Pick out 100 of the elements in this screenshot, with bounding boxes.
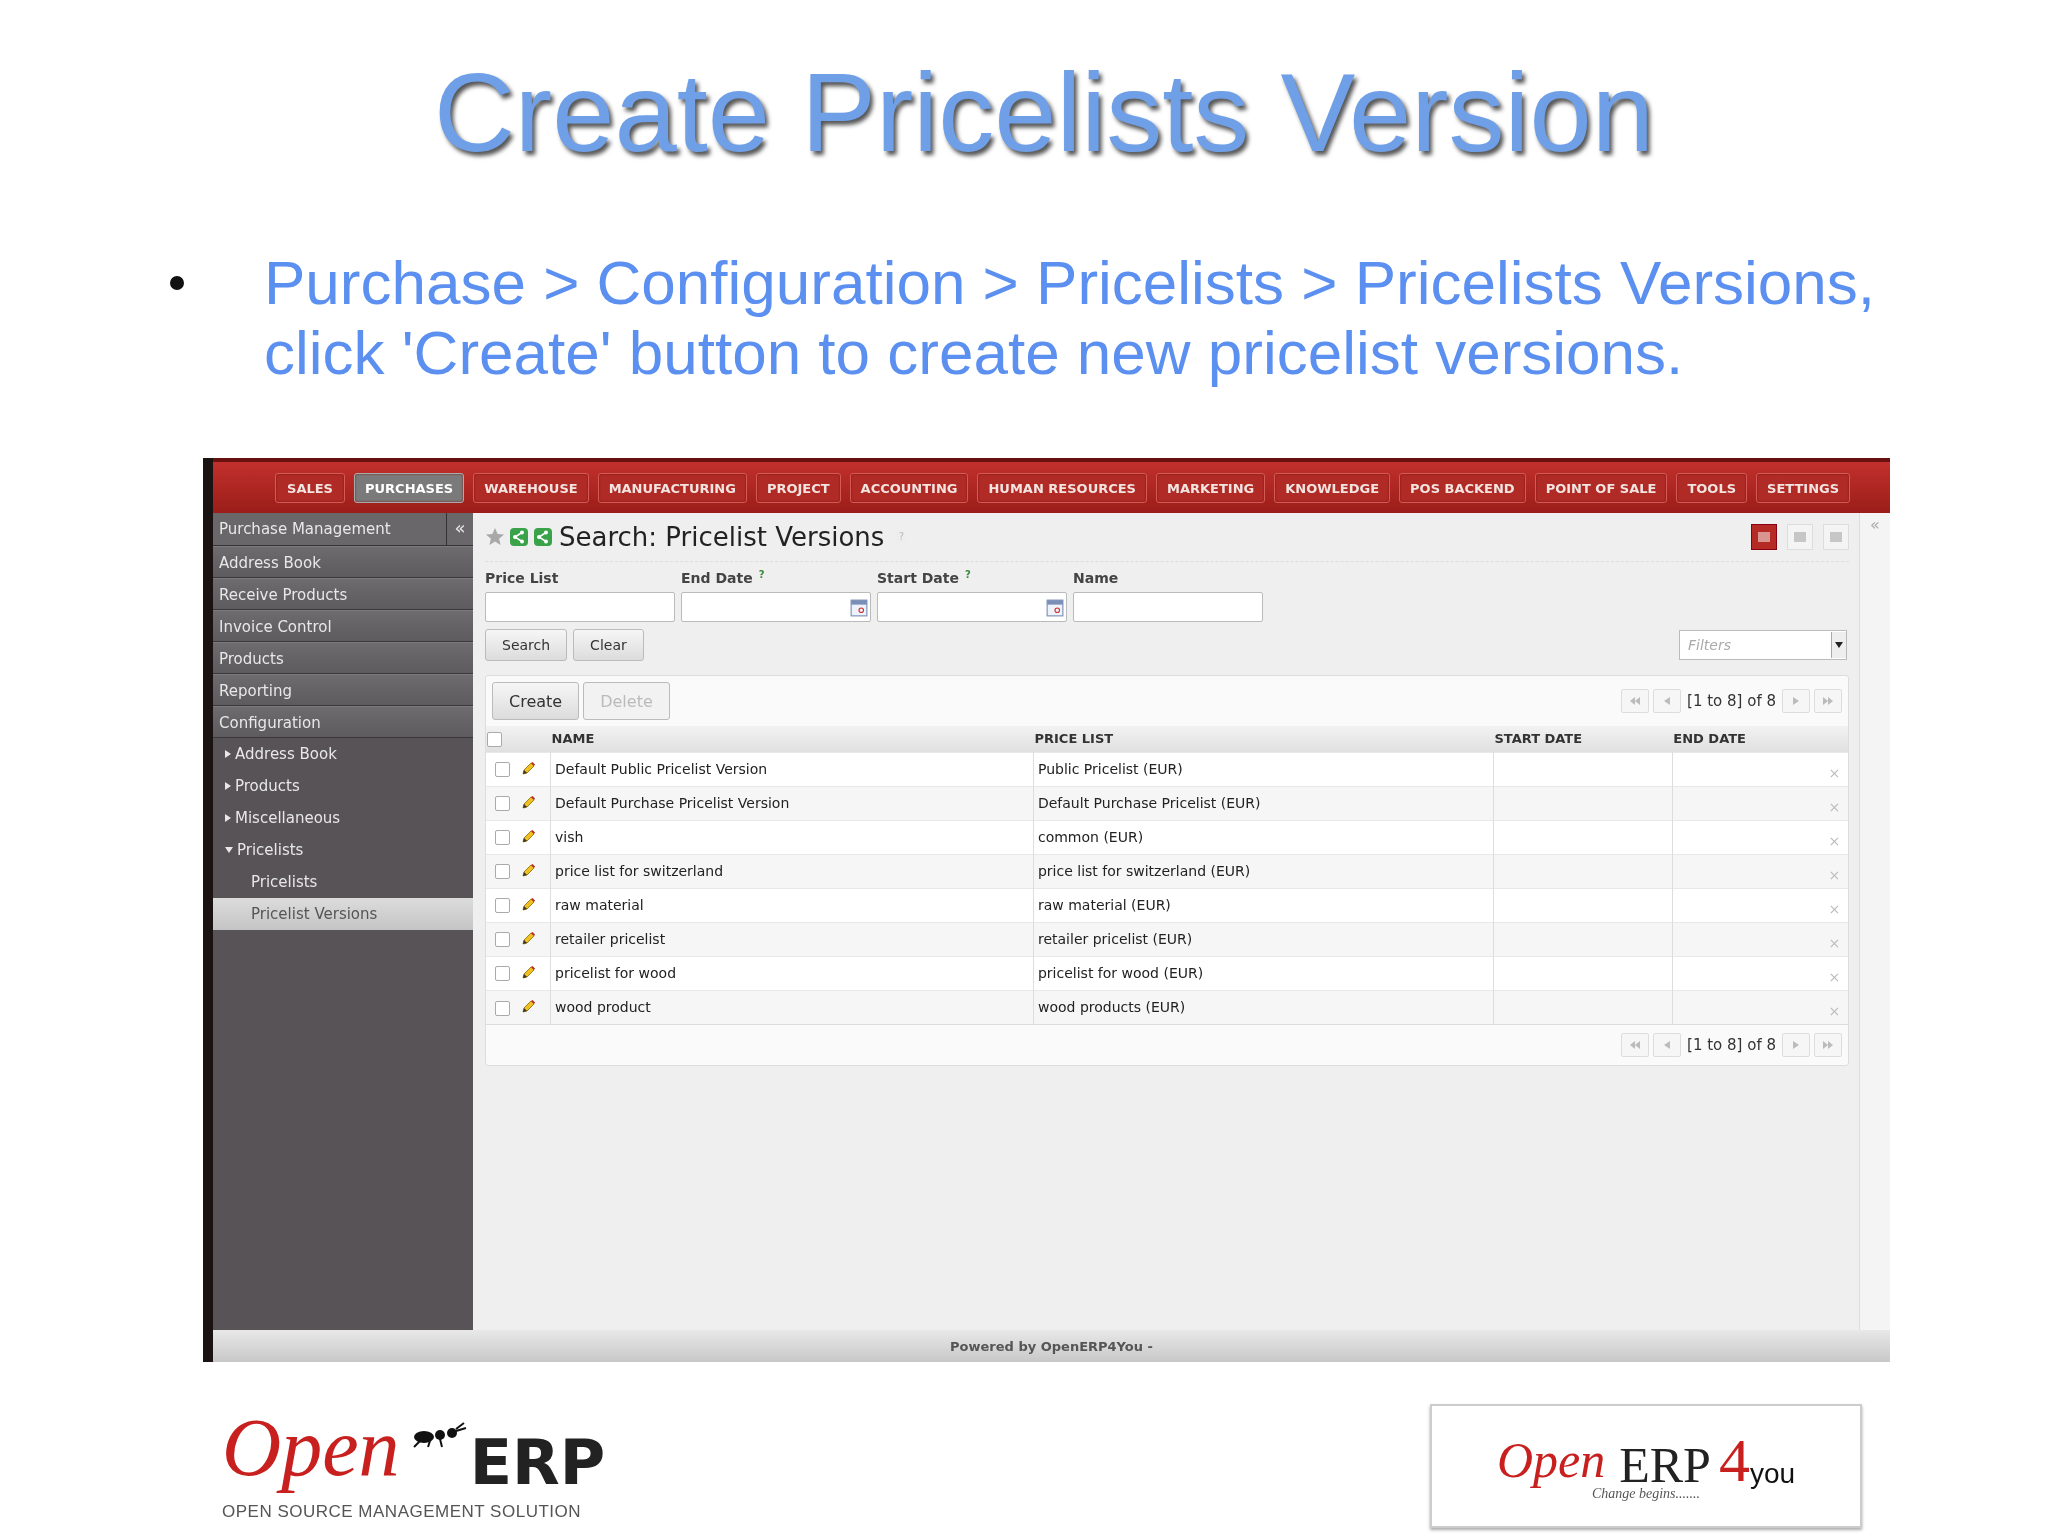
row-checkbox[interactable]	[495, 864, 511, 880]
last-page-button[interactable]	[1814, 689, 1842, 713]
menu-tab[interactable]: SALES	[275, 472, 345, 503]
field-label: Price List	[485, 570, 559, 586]
logo-word: Open	[1496, 1431, 1607, 1488]
menu-tab[interactable]: TOOLS	[1676, 472, 1748, 503]
logo-word: you	[1749, 1458, 1796, 1490]
list-lines-icon	[1829, 531, 1843, 543]
tree-item[interactable]: Products	[213, 770, 473, 802]
menu-tab[interactable]: POS BACKEND	[1399, 472, 1526, 503]
sidebar-item[interactable]: Products	[213, 642, 473, 674]
field-label: Name	[1073, 570, 1119, 586]
double-right-arrow-icon	[1823, 697, 1833, 705]
sidebar-item[interactable]: Invoice Control	[213, 610, 473, 642]
list-button[interactable]: Create	[492, 682, 580, 720]
menu-tab[interactable]: PURCHASES	[354, 472, 465, 503]
page-title: Search: Pricelist Versions	[559, 522, 885, 552]
menu-tab[interactable]: ACCOUNTING	[849, 472, 969, 503]
logo-tagline: Change begins.......	[1591, 1486, 1701, 1502]
input-field[interactable]	[1073, 592, 1263, 622]
column-header[interactable]: PRICE LIST	[1034, 731, 1114, 747]
menu-tab[interactable]: WAREHOUSE	[473, 472, 589, 503]
tree-item[interactable]: Pricelists	[213, 834, 473, 866]
triangle-icon	[225, 847, 233, 853]
column-header[interactable]: NAME	[551, 731, 595, 747]
sidebar-title: Purchase Management	[218, 520, 392, 538]
menu-tab[interactable]: PROJECT	[755, 472, 841, 503]
pencil-icon[interactable]	[520, 897, 537, 913]
menu-tab[interactable]: POINT OF SALE	[1534, 472, 1668, 503]
field-label: Start Date	[877, 570, 959, 586]
select-all-checkbox[interactable]	[487, 731, 502, 747]
sidebar-item[interactable]: Address Book	[213, 546, 473, 578]
collapse-button[interactable]: «	[446, 513, 473, 545]
tree-item[interactable]: Address Book	[213, 738, 473, 770]
star-icon[interactable]	[485, 527, 505, 547]
input-field[interactable]	[485, 592, 675, 622]
list-lines-icon	[1757, 531, 1771, 543]
help-mark: ?	[964, 570, 971, 580]
help-mark: ?	[758, 570, 765, 580]
right-arrow-icon	[1793, 697, 1799, 705]
menu-tab[interactable]: MANUFACTURING	[597, 472, 747, 503]
pencil-icon[interactable]	[520, 965, 537, 981]
sidebar-item[interactable]: Receive Products	[213, 578, 473, 610]
logo-word: Open	[222, 1401, 401, 1495]
logo-tagline: OPEN SOURCE MANAGEMENT SOLUTION	[222, 1502, 582, 1522]
menu-tab[interactable]: MARKETING	[1156, 472, 1266, 503]
input-field[interactable]	[877, 592, 1067, 622]
row-checkbox[interactable]	[495, 796, 511, 812]
share-icon[interactable]	[509, 527, 529, 547]
pager-text: [1 to 8] of 8	[1687, 692, 1776, 710]
double-left-arrow-icon	[1630, 697, 1641, 705]
triangle-icon	[225, 814, 231, 822]
sidebar-item[interactable]: Reporting	[213, 674, 473, 706]
pencil-icon[interactable]	[520, 795, 537, 811]
menu-tab[interactable]: KNOWLEDGE	[1274, 472, 1391, 503]
first-page-button[interactable]	[1621, 689, 1650, 713]
row-checkbox[interactable]	[495, 932, 511, 948]
menu-tab[interactable]: HUMAN RESOURCES	[977, 472, 1147, 503]
row-checkbox[interactable]	[495, 830, 511, 846]
double-right-arrow-icon	[1823, 1041, 1833, 1049]
search-form-button[interactable]: Clear	[573, 629, 644, 661]
pencil-icon[interactable]	[520, 999, 537, 1016]
right-arrow-icon	[1793, 1041, 1799, 1049]
double-left-arrow-icon	[1630, 1041, 1641, 1049]
tree-item[interactable]: Pricelists	[213, 866, 473, 898]
sidebar-item[interactable]: Configuration	[213, 706, 473, 738]
previous-page-button[interactable]	[1653, 689, 1682, 713]
pencil-icon[interactable]	[520, 829, 537, 845]
input-field[interactable]	[681, 592, 871, 622]
tree-item[interactable]: Pricelist Versions	[213, 898, 473, 930]
row-checkbox[interactable]	[495, 898, 511, 914]
row-checkbox[interactable]	[495, 966, 511, 982]
calendar-icon[interactable]	[850, 599, 868, 617]
tree-label: Products	[235, 777, 300, 795]
pencil-icon[interactable]	[520, 931, 537, 947]
view-button[interactable]	[1751, 524, 1777, 550]
column-header[interactable]: START DATE	[1494, 731, 1583, 747]
search-form-button[interactable]: Search	[485, 629, 568, 661]
row-checkbox[interactable]	[495, 1000, 511, 1016]
dropdown-arrow-icon	[1835, 642, 1843, 648]
calendar-icon[interactable]	[1046, 599, 1064, 617]
bullet-icon	[170, 276, 184, 290]
logo-number: 4	[1718, 1430, 1750, 1490]
tree-item[interactable]: Miscellaneous	[213, 802, 473, 834]
share-icon[interactable]	[533, 527, 553, 547]
last-page-button[interactable]	[1814, 1033, 1842, 1057]
menu-tab[interactable]: SETTINGS	[1756, 472, 1851, 503]
next-page-button[interactable]	[1782, 689, 1810, 713]
next-page-button[interactable]	[1782, 1033, 1810, 1057]
pencil-icon[interactable]	[520, 863, 537, 879]
pager-text: [1 to 8] of 8	[1687, 1036, 1776, 1054]
first-page-button[interactable]	[1621, 1033, 1650, 1057]
previous-page-button[interactable]	[1653, 1033, 1682, 1057]
tree-label: Miscellaneous	[235, 809, 341, 827]
tree-label: Address Book	[235, 745, 337, 763]
triangle-icon	[225, 750, 231, 758]
column-header[interactable]: END DATE	[1673, 731, 1746, 747]
footer-text: Powered by OpenERP4You -	[950, 1338, 1153, 1354]
pencil-icon[interactable]	[520, 761, 537, 777]
row-checkbox[interactable]	[495, 762, 511, 778]
